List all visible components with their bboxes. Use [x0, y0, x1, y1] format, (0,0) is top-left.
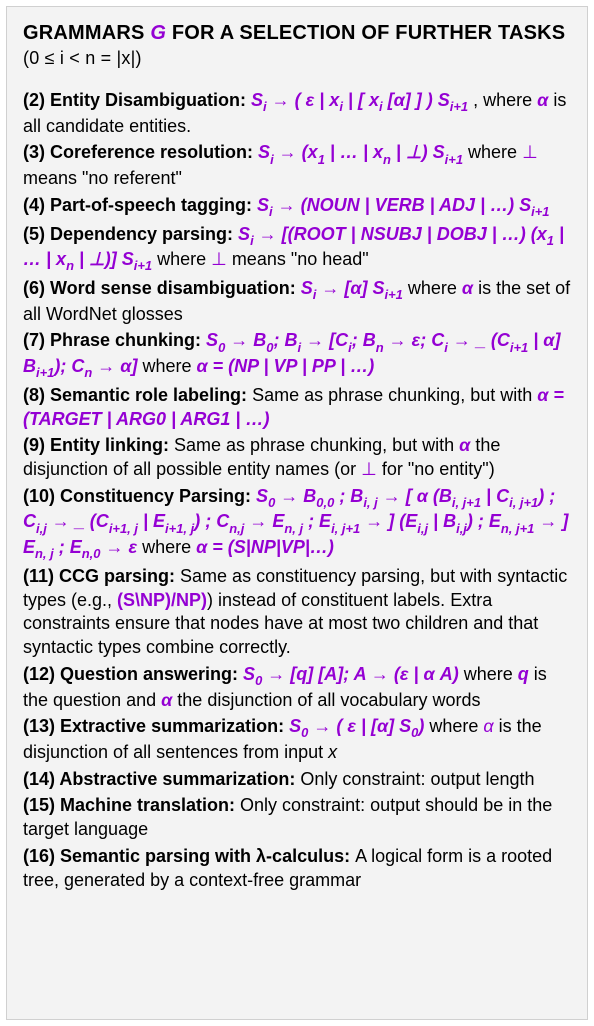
entry-9: (9) Entity linking: Same as phrase chunk… [23, 434, 571, 482]
alpha: α [537, 90, 548, 110]
tail: where [459, 664, 518, 684]
entry-3: (3) Coreference resolution: Si → (x1 | …… [23, 141, 571, 190]
tail: Same as phrase chunking, but with [174, 435, 459, 455]
bot: ⊥ [522, 142, 538, 162]
entry-label: (14) Abstractive summarization: [23, 769, 300, 789]
tail: where [403, 278, 462, 298]
bot: ⊥ [211, 249, 227, 269]
alpha: α [483, 716, 493, 736]
entry-2: (2) Entity Disambiguation: Si → ( ε | xi… [23, 89, 571, 138]
entry-label: (10) Constituency Parsing: [23, 486, 256, 506]
grammar: Si → [α] Si+1 [301, 278, 403, 298]
q: q [518, 664, 529, 684]
grammar: (S\NP)/NP) [117, 590, 207, 610]
entry-6: (6) Word sense disambiguation: Si → [α] … [23, 277, 571, 326]
entry-13: (13) Extractive summarization: S0 → ( ε … [23, 715, 571, 764]
tail-grammar: α = (NP | VP | PP | …) [197, 356, 375, 376]
tail: where [424, 716, 483, 736]
alpha: α [161, 690, 172, 710]
entry-4: (4) Part-of-speech tagging: Si → (NOUN |… [23, 194, 571, 220]
grammar: Si → (x1 | … | xn | ⊥) Si+1 [258, 142, 463, 162]
entry-label: (4) Part-of-speech tagging: [23, 195, 257, 215]
entry-12: (12) Question answering: S0 → [q] [A]; A… [23, 663, 571, 712]
title-pre: GRAMMARS [23, 22, 150, 44]
tail: where [152, 249, 211, 269]
title-g: G [150, 22, 166, 44]
entry-label: (16) Semantic parsing with λ-calculus: [23, 846, 355, 866]
alpha: α [459, 435, 470, 455]
grammar-panel: GRAMMARS G FOR A SELECTION OF FURTHER TA… [6, 6, 588, 1020]
grammar: S0 → ( ε | [α] S0) [289, 716, 424, 736]
grammar: Si → ( ε | xi | [ xi [α] ] ) Si+1 [251, 90, 468, 110]
entry-label: (12) Question answering: [23, 664, 243, 684]
entry-10: (10) Constituency Parsing: S0 → B0,0 ; B… [23, 485, 571, 562]
entry-label: (13) Extractive summarization: [23, 716, 289, 736]
tail: where [137, 537, 196, 557]
entry-7: (7) Phrase chunking: S0 → B0; Bi → [Ci; … [23, 329, 571, 380]
tail: means "no head" [227, 249, 369, 269]
title-cond: (0 ≤ i < n = |x|) [23, 48, 142, 68]
tail-grammar: α = (S|NP|VP|…) [196, 537, 334, 557]
entry-label: (6) Word sense disambiguation: [23, 278, 301, 298]
x: x [328, 742, 337, 762]
entry-11: (11) CCG parsing: Same as constituency p… [23, 565, 571, 660]
entry-label: (7) Phrase chunking: [23, 330, 206, 350]
tail: , where [468, 90, 537, 110]
entry-16: (16) Semantic parsing with λ-calculus: A… [23, 845, 571, 893]
entry-15: (15) Machine translation: Only constrain… [23, 794, 571, 842]
alpha: α [462, 278, 473, 298]
tail: where [137, 356, 196, 376]
entry-5: (5) Dependency parsing: Si → [(ROOT | NS… [23, 223, 571, 274]
entry-label: (15) Machine translation: [23, 795, 240, 815]
panel-title: GRAMMARS G FOR A SELECTION OF FURTHER TA… [23, 21, 571, 71]
entry-label: (8) Semantic role labeling: [23, 385, 252, 405]
grammar: Si → (NOUN | VERB | ADJ | …) Si+1 [257, 195, 549, 215]
entry-8: (8) Semantic role labeling: Same as phra… [23, 384, 571, 432]
tail: the disjunction of all vocabulary words [172, 690, 480, 710]
tail: Same as phrase chunking, but with [252, 385, 537, 405]
entry-label: (9) Entity linking: [23, 435, 174, 455]
tail: means "no referent" [23, 168, 182, 188]
entry-label: (3) Coreference resolution: [23, 142, 258, 162]
entry-label: (5) Dependency parsing: [23, 224, 238, 244]
title-post: FOR A SELECTION OF FURTHER TASKS [166, 22, 565, 44]
entry-label: (11) CCG parsing: [23, 566, 180, 586]
tail: where [463, 142, 522, 162]
tail: Only constraint: output length [300, 769, 534, 789]
entry-14: (14) Abstractive summarization: Only con… [23, 768, 571, 792]
grammar: S0 → [q] [A]; A → (ε | α A) [243, 664, 459, 684]
entry-label: (2) Entity Disambiguation: [23, 90, 251, 110]
tail: for "no entity") [377, 459, 495, 479]
bot: ⊥ [361, 459, 377, 479]
